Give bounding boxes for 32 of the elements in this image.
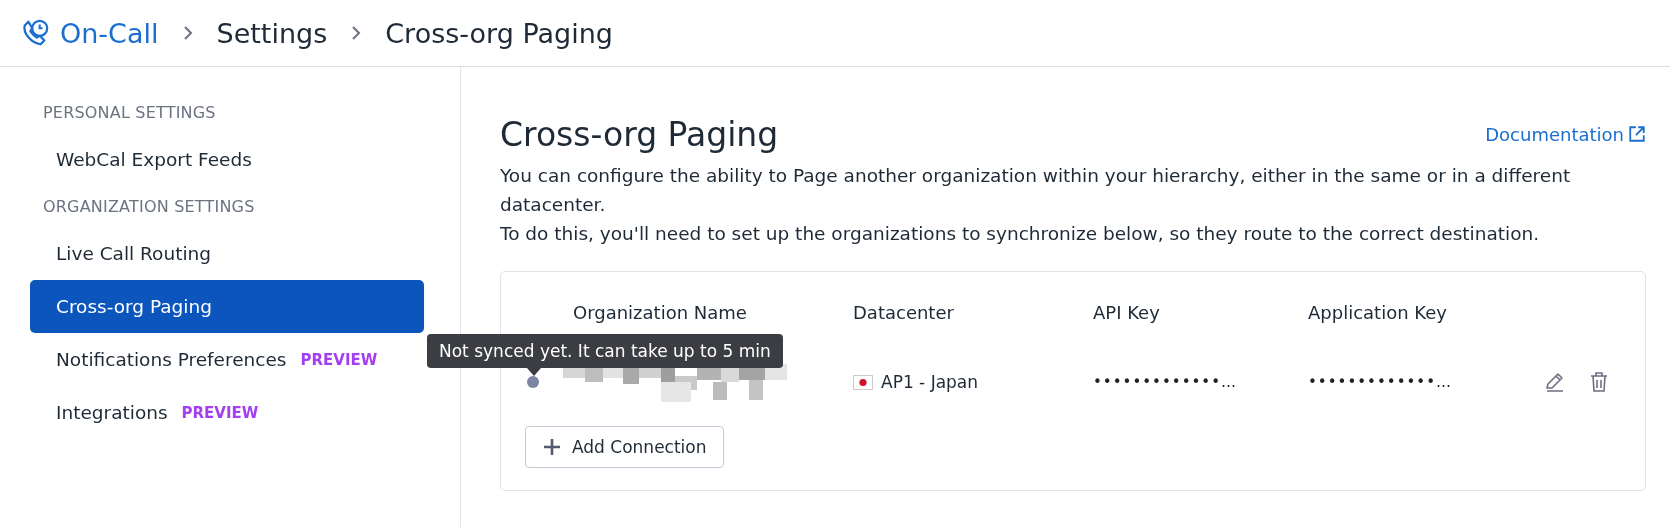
preview-tag: PREVIEW <box>181 403 259 422</box>
plus-icon <box>542 437 562 457</box>
section-heading: ORGANIZATION SETTINGS <box>42 196 256 218</box>
column-header: Organization Name <box>573 301 748 325</box>
masked-key: •••••••••••••… <box>1308 373 1518 391</box>
sidebar-item[interactable]: WebCal Export Feeds <box>30 133 424 186</box>
sidebar-item[interactable]: Integrations PREVIEW <box>30 386 424 439</box>
column-header: Application Key <box>1308 301 1448 325</box>
table-cell: AP1 - Japan <box>881 372 979 392</box>
breadcrumb-item[interactable]: Settings <box>216 17 328 49</box>
page-title: Cross-org Paging <box>500 114 779 154</box>
description-text: You can configure the ability to Page another organization within your hierarchy, either in the same or in a different datacenter. <box>500 164 1572 217</box>
sidebar-item[interactable]: Cross-org Paging <box>30 280 424 333</box>
preview-tag: PREVIEW <box>300 350 378 369</box>
section-heading: PERSONAL SETTINGS <box>42 102 217 124</box>
external-link-icon <box>1628 125 1646 143</box>
masked-key: •••••••••••••… <box>1093 373 1308 391</box>
chevron-icon <box>351 25 362 41</box>
tooltip: Not synced yet. It can take up to 5 min <box>427 334 783 376</box>
flag-icon <box>853 374 873 390</box>
breadcrumb-item: Cross-org Paging <box>385 17 613 49</box>
pointer-icon <box>527 368 541 376</box>
column-header: API Key <box>1093 301 1161 325</box>
phone-clock-icon <box>20 18 50 48</box>
description-text: To do this, you'll need to set up the organizations to synchronize below, so they route to the correct destination. <box>500 222 1541 246</box>
breadcrumb-link[interactable]: On-Call <box>60 17 159 49</box>
sidebar-item[interactable]: Live Call Routing <box>30 227 424 280</box>
column-header: Datacenter <box>853 301 955 325</box>
add-connection-button[interactable]: Add Connection <box>525 426 724 468</box>
chevron-icon <box>182 25 193 41</box>
documentation-link[interactable]: Documentation <box>1485 123 1646 145</box>
sidebar-item[interactable]: Notifications Preferences PREVIEW <box>30 333 424 386</box>
